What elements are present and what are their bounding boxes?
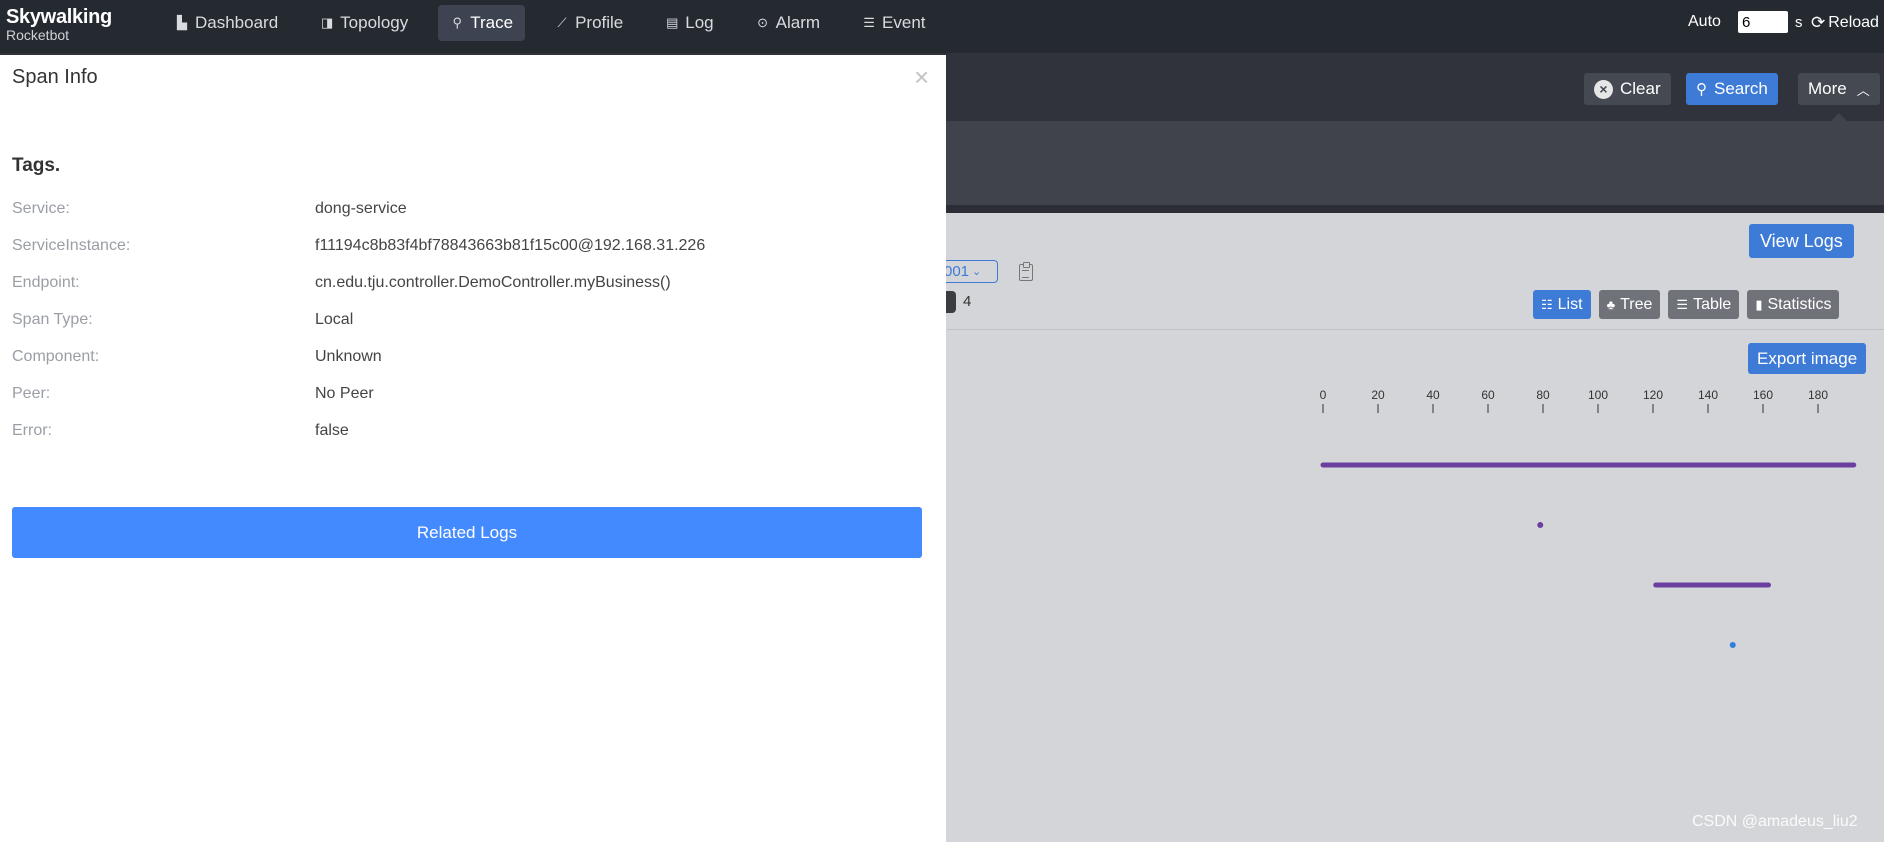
nav-label: Profile	[575, 13, 624, 32]
span-info-panel: Span Info × Tags. Service: dong-service …	[0, 55, 946, 842]
tab-label: List	[1557, 295, 1583, 313]
span-bar[interactable]	[1537, 522, 1544, 528]
nav-label: Topology	[340, 13, 409, 32]
trace-divider	[947, 329, 1884, 330]
view-mode-tabs: ☷ List ♣ Tree ☰ Table ▮ Statistics	[1533, 290, 1847, 319]
nav-item-profile[interactable]: ⟋ Profile	[543, 5, 635, 41]
table-icon: ☰	[1676, 296, 1689, 312]
tab-list[interactable]: ☷ List	[1533, 290, 1591, 319]
tag-key: ServiceInstance:	[12, 237, 131, 254]
tag-key: Component:	[12, 348, 100, 365]
related-logs-button[interactable]: Related Logs	[12, 507, 922, 558]
search-button[interactable]: ⚲ Search	[1686, 73, 1778, 105]
tag-value: f11194c8b83f4bf78843663b81f15c00@192.168…	[315, 237, 706, 254]
search-icon: ⚲	[1696, 81, 1707, 98]
nav-item-log[interactable]: ▤ Log	[653, 5, 725, 41]
reload-icon: ⟳	[1811, 13, 1826, 32]
tag-key: Peer:	[12, 385, 51, 402]
nav-item-event[interactable]: ☰ Event	[850, 5, 937, 41]
nav-item-trace[interactable]: ⚲ Trace	[438, 5, 526, 41]
nav-label: Alarm	[775, 13, 821, 32]
tag-value: dong-service	[315, 200, 407, 217]
tick-label: 180	[1808, 388, 1828, 402]
nav-label: Log	[685, 13, 714, 32]
brand-name: Skywalking	[6, 6, 112, 28]
tick-label: 160	[1753, 388, 1773, 402]
tab-label: Tree	[1620, 295, 1653, 313]
nav-label: Event	[882, 13, 926, 32]
trace-timeline-chart: 0 20 40 60 80 100 120 140 160 180	[1320, 388, 1857, 648]
nav-item-topology[interactable]: ◨ Topology	[308, 5, 420, 41]
tick-label: 80	[1536, 388, 1550, 402]
chevron-down-icon: ⌄	[972, 266, 982, 278]
top-navbar: Skywalking Rocketbot ▙ Dashboard ◨ Topolog…	[0, 0, 1884, 53]
tick-label: 20	[1371, 388, 1385, 402]
tab-label: Statistics	[1767, 295, 1832, 313]
tree-icon: ♣	[1606, 297, 1616, 312]
list-icon: ☷	[1541, 296, 1553, 312]
skywalking-logo[interactable]: Skywalking Rocketbot	[6, 6, 112, 42]
span-bar[interactable]	[1729, 642, 1736, 648]
event-icon: ☰	[863, 15, 875, 30]
tag-value: cn.edu.tju.controller.DemoController.myB…	[315, 274, 671, 291]
clear-button[interactable]: × Clear	[1584, 73, 1671, 105]
statistics-icon: ▮	[1755, 296, 1763, 312]
search-label: Search	[1714, 79, 1768, 98]
tag-key: Error:	[12, 422, 52, 439]
tags-heading: Tags.	[12, 155, 61, 176]
tag-value: No Peer	[315, 385, 374, 402]
trace-icon: ⚲	[452, 15, 462, 30]
nav-item-alarm[interactable]: ⊙ Alarm	[744, 5, 832, 41]
tick-label: 120	[1643, 388, 1663, 402]
tag-value: Unknown	[315, 348, 382, 365]
alarm-icon: ⊙	[757, 15, 769, 30]
tab-label: Table	[1693, 295, 1732, 313]
tick-label: 140	[1698, 388, 1718, 402]
clear-label: Clear	[1620, 79, 1661, 98]
main-nav: ▙ Dashboard ◨ Topology ⚲ Trace ⟋ Profile ▤ Lo…	[163, 5, 956, 41]
trace-id-select[interactable]: 001 ⌄	[940, 260, 998, 283]
nav-label: Dashboard	[195, 13, 279, 32]
tag-key: Endpoint:	[12, 274, 80, 291]
tag-key: Span Type:	[12, 311, 93, 328]
clipboard-icon[interactable]	[1019, 262, 1033, 281]
close-icon[interactable]: ×	[914, 64, 929, 90]
tick-label: 40	[1426, 388, 1440, 402]
clear-icon: ×	[1594, 79, 1613, 99]
more-label: More	[1808, 79, 1847, 98]
more-button[interactable]: More ︿	[1798, 73, 1880, 105]
tab-statistics[interactable]: ▮ Statistics	[1747, 290, 1840, 319]
auto-refresh-interval-input[interactable]	[1738, 11, 1788, 33]
reload-button[interactable]: ⟳ Reload	[1811, 13, 1879, 33]
view-logs-button[interactable]: View Logs	[1749, 224, 1854, 258]
profile-icon: ⟋	[557, 15, 567, 30]
export-image-button[interactable]: Export image	[1748, 343, 1867, 374]
tick-label: 0	[1320, 388, 1327, 402]
trace-id-value: 001	[944, 263, 970, 280]
tag-value: false	[315, 422, 349, 439]
span-count: 4	[963, 293, 972, 310]
nav-label: Trace	[470, 13, 514, 32]
tick-label: 60	[1481, 388, 1495, 402]
reload-label: Reload	[1828, 14, 1879, 31]
auto-refresh-unit: s	[1795, 14, 1803, 31]
nav-item-dashboard[interactable]: ▙ Dashboard	[163, 5, 290, 41]
topology-icon: ◨	[321, 15, 334, 30]
tag-key: Service:	[12, 200, 70, 217]
brand-subtitle: Rocketbot	[6, 27, 70, 43]
tab-tree[interactable]: ♣ Tree	[1598, 290, 1661, 319]
log-icon: ▤	[666, 15, 679, 30]
auto-refresh-label[interactable]: Auto	[1688, 13, 1721, 31]
bar-chart-icon: ▙	[177, 15, 187, 30]
panel-title: Span Info	[12, 66, 98, 88]
watermark: CSDN @amadeus_liu2	[1692, 813, 1858, 830]
chevron-up-icon: ︿	[1856, 82, 1870, 98]
tag-value: Local	[315, 311, 354, 328]
tick-label: 100	[1588, 388, 1608, 402]
tab-table[interactable]: ☰ Table	[1668, 290, 1740, 319]
